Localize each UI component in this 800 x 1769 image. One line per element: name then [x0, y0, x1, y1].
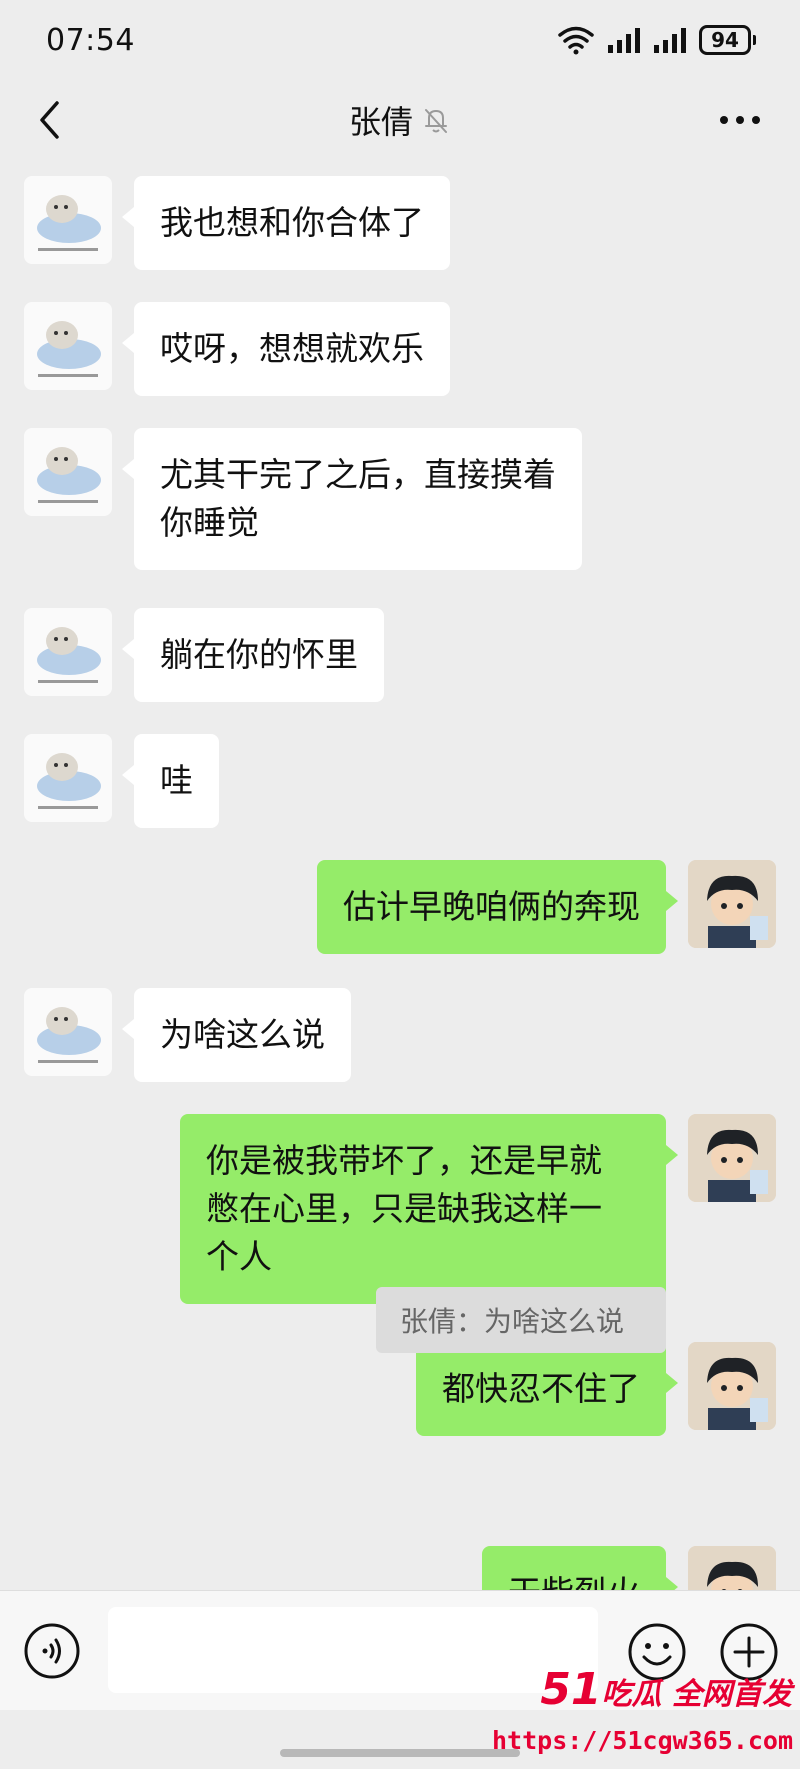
signal-icon-2	[654, 28, 686, 53]
message-text: 干柴烈火	[508, 1569, 640, 1590]
watermark-number: 51	[540, 1664, 602, 1715]
message-text: 憋在心里，只是缺我这样一	[206, 1189, 602, 1228]
home-indicator[interactable]	[280, 1749, 520, 1757]
my-avatar[interactable]	[688, 1546, 776, 1590]
voice-icon	[24, 1623, 80, 1679]
bell-off-icon	[425, 109, 447, 133]
message-list[interactable]: 我也想和你合体了 哎呀，想想就欢乐 尤其干完了之后，直接摸着 你睡觉 躺在你的怀…	[0, 160, 800, 1590]
quoted-text: 张倩：为啥这么说	[400, 1305, 625, 1338]
message-text: 哇	[160, 761, 193, 800]
message-bubble-incoming[interactable]: 为啥这么说	[122, 988, 351, 1082]
contact-avatar[interactable]	[24, 988, 112, 1076]
wifi-icon	[558, 26, 594, 55]
watermark-url: https://51cgw365.com	[492, 1726, 794, 1755]
my-avatar[interactable]	[688, 1342, 776, 1430]
message-text: 哎呀，想想就欢乐	[160, 329, 424, 368]
contact-avatar[interactable]	[24, 302, 112, 390]
message-bubble-incoming[interactable]: 哎呀，想想就欢乐	[122, 302, 450, 396]
message-bubble-incoming[interactable]: 哇	[122, 734, 219, 828]
message-text: 个人	[206, 1237, 272, 1276]
contact-avatar[interactable]	[24, 734, 112, 822]
my-avatar[interactable]	[688, 1114, 776, 1202]
battery-level: 94	[699, 25, 751, 55]
message-text: 都快忍不住了	[442, 1369, 640, 1408]
message-text: 你睡觉	[160, 503, 259, 542]
chat-title: 张倩	[348, 103, 413, 141]
more-button[interactable]	[712, 100, 768, 140]
watermark: 51吃瓜 全网首发 https://51cgw365.com	[492, 1668, 794, 1760]
message-bubble-outgoing[interactable]: 你是被我带坏了，还是早就 憋在心里，只是缺我这样一 个人	[180, 1114, 678, 1304]
message-bubble-outgoing[interactable]: 干柴烈火	[482, 1546, 678, 1590]
my-avatar[interactable]	[688, 860, 776, 948]
contact-avatar[interactable]	[24, 428, 112, 516]
message-text: 为啥这么说	[160, 1015, 325, 1054]
message-bubble-incoming[interactable]: 躺在你的怀里	[122, 608, 384, 702]
message-text: 估计早晚咱俩的奔现	[343, 887, 640, 926]
message-text: 你是被我带坏了，还是早就	[206, 1141, 602, 1180]
message-bubble-incoming[interactable]: 尤其干完了之后，直接摸着 你睡觉	[122, 428, 582, 570]
chat-header: 张倩	[0, 80, 800, 160]
more-dots-icon	[720, 116, 760, 124]
message-text: 尤其干完了之后，直接摸着	[160, 455, 556, 494]
signal-icon	[608, 28, 640, 53]
watermark-text: 吃瓜 全网首发	[601, 1677, 792, 1712]
contact-avatar[interactable]	[24, 608, 112, 696]
title-wrap: 张倩	[349, 97, 451, 143]
voice-button[interactable]	[22, 1621, 82, 1681]
status-bar: 07:54 94	[0, 0, 800, 80]
contact-avatar[interactable]	[24, 176, 112, 264]
status-icons: 94	[557, 25, 756, 55]
battery-icon: 94	[699, 25, 756, 55]
message-text: 躺在你的怀里	[160, 635, 358, 674]
message-bubble-outgoing[interactable]: 都快忍不住了	[416, 1342, 678, 1436]
back-button[interactable]	[26, 96, 74, 144]
message-bubble-outgoing[interactable]: 估计早晚咱俩的奔现	[317, 860, 678, 954]
quoted-message[interactable]: 张倩：为啥这么说	[376, 1287, 666, 1353]
status-time: 07:54	[46, 22, 135, 58]
watermark-brand: 51吃瓜 全网首发	[492, 1668, 792, 1715]
chevron-left-icon	[40, 101, 59, 139]
message-bubble-incoming[interactable]: 我也想和你合体了	[122, 176, 450, 270]
message-text: 我也想和你合体了	[160, 203, 424, 242]
